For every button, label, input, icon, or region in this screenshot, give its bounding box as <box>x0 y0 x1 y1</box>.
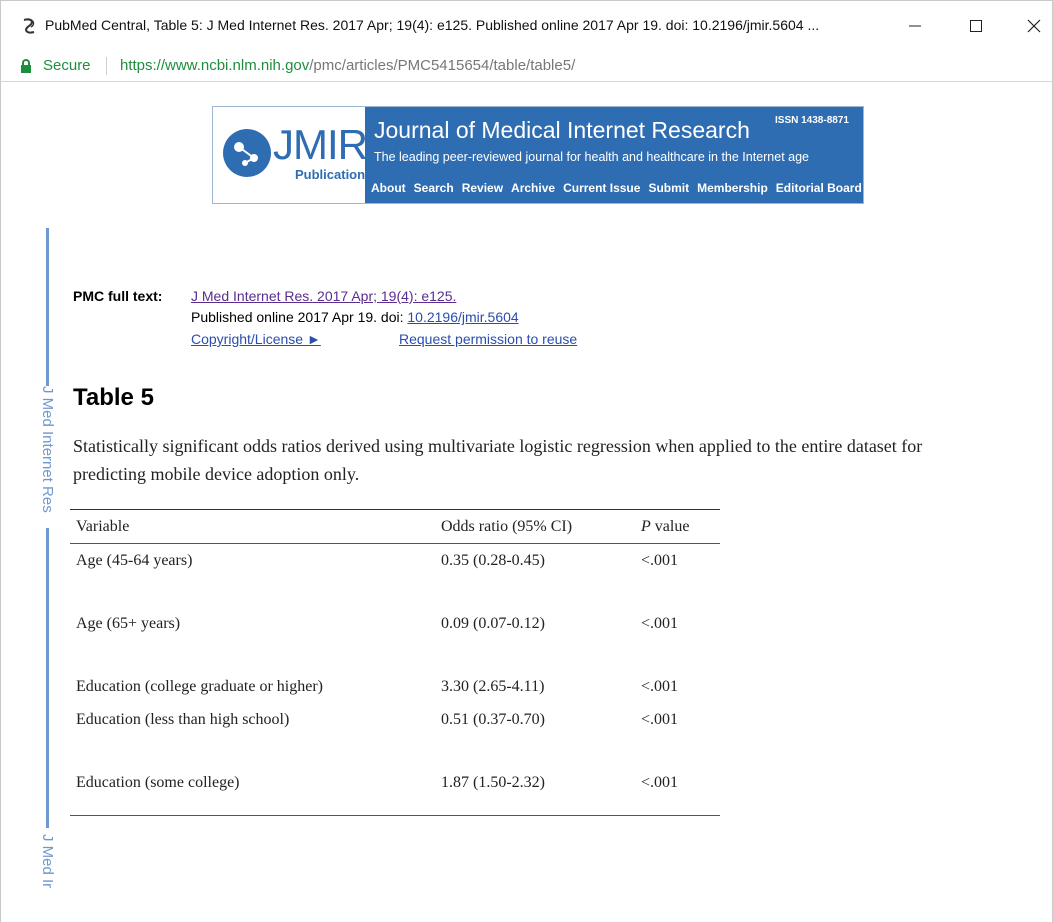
table-row: Age (65+ years) 0.09 (0.07-0.12) <.001 <box>70 607 720 670</box>
pmc-label: PMC full text: <box>73 288 163 304</box>
jmir-logo[interactable]: JMIR Publications <box>213 107 372 203</box>
minimize-icon <box>909 25 921 27</box>
published-line: Published online 2017 Apr 19. doi: 10.21… <box>191 309 519 325</box>
cell-variable: Education (college graduate or higher) <box>76 677 323 695</box>
close-icon <box>1027 19 1041 33</box>
cell-variable: Education (some college) <box>76 773 240 791</box>
url-host: https://www.ncbi.nlm.nih.gov <box>120 57 310 74</box>
header-p-rest: value <box>650 517 690 535</box>
header-p-italic: P <box>641 517 651 535</box>
jmir-globe-icon <box>223 129 271 177</box>
published-text: Published online 2017 Apr 19. doi: <box>191 309 408 325</box>
cell-odds: 0.51 (0.37-0.70) <box>441 710 545 728</box>
window-title: PubMed Central, Table 5: J Med Internet … <box>45 17 820 33</box>
pubmed-app-icon <box>23 18 35 34</box>
cell-p: <.001 <box>641 677 679 695</box>
nav-review[interactable]: Review <box>462 181 503 195</box>
journal-title: Journal of Medical Internet Research <box>374 117 750 143</box>
table-row: Education (less than high school) 0.51 (… <box>70 703 720 766</box>
table-row: Education (college graduate or higher) 3… <box>70 670 720 703</box>
request-permission-link[interactable]: Request permission to reuse <box>399 331 577 347</box>
nav-about[interactable]: About <box>371 181 406 195</box>
copyright-license-link[interactable]: Copyright/License ► <box>191 331 321 347</box>
address-separator <box>106 57 107 75</box>
nav-current-issue[interactable]: Current Issue <box>563 181 640 195</box>
nav-search[interactable]: Search <box>414 181 454 195</box>
minimize-button[interactable] <box>892 9 938 43</box>
url-path: /pmc/articles/PMC5415654/table/table5/ <box>309 57 576 74</box>
page-content: JMIR Publications Journal of Medical Int… <box>0 82 1053 922</box>
banner-blue-panel: Journal of Medical Internet Research ISS… <box>365 107 863 203</box>
header-p-value: P value <box>635 510 720 544</box>
odds-ratio-table: Variable Odds ratio (95% CI) P value Age… <box>70 509 720 816</box>
nav-editorial-board[interactable]: Editorial Board <box>776 181 862 195</box>
cell-odds: 3.30 (2.65-4.11) <box>441 677 545 695</box>
cell-p: <.001 <box>641 552 679 569</box>
maximize-icon <box>970 20 982 32</box>
table-row: Age (45-64 years) 0.35 (0.28-0.45) <.001 <box>70 544 720 607</box>
cell-odds: 1.87 (1.50-2.32) <box>441 773 545 791</box>
nav-submit[interactable]: Submit <box>648 181 689 195</box>
secure-label: Secure <box>43 57 91 74</box>
sidebar-bar-middle <box>46 528 49 828</box>
window-title-bar: PubMed Central, Table 5: J Med Internet … <box>0 0 1053 50</box>
cell-variable: Age (45-64 years) <box>76 552 193 569</box>
nav-archive[interactable]: Archive <box>511 181 555 195</box>
table-row: Education (some college) 1.87 (1.50-2.32… <box>70 766 720 816</box>
jmir-banner: JMIR Publications Journal of Medical Int… <box>212 106 864 204</box>
table-caption: Statistically significant odds ratios de… <box>73 436 923 484</box>
lock-icon <box>21 59 31 73</box>
nav-membership[interactable]: Membership <box>697 181 768 195</box>
close-button[interactable] <box>1011 9 1053 43</box>
banner-nav: About Search Review Archive Current Issu… <box>371 181 870 195</box>
sidebar-bar-top <box>46 228 49 386</box>
citation-link[interactable]: J Med Internet Res. 2017 Apr; 19(4): e12… <box>191 288 456 304</box>
sidebar-journal-label[interactable]: J Med Internet Res <box>39 386 56 513</box>
header-variable: Variable <box>76 517 130 535</box>
cell-p: <.001 <box>641 614 679 632</box>
url-text[interactable]: https://www.ncbi.nlm.nih.gov/pmc/article… <box>120 57 575 74</box>
cell-variable: Age (65+ years) <box>76 614 181 632</box>
logo-text: JMIR <box>273 121 368 168</box>
cell-p: <.001 <box>641 710 679 728</box>
table-title: Table 5 <box>73 384 154 411</box>
cell-odds: 0.35 (0.28-0.45) <box>441 552 545 569</box>
cell-odds: 0.09 (0.07-0.12) <box>441 614 545 632</box>
sidebar-journal-label-bottom[interactable]: J Med Ir <box>39 834 56 888</box>
cell-variable: Education (less than high school) <box>76 710 290 728</box>
doi-link[interactable]: 10.2196/jmir.5604 <box>407 309 518 325</box>
table-header-row: Variable Odds ratio (95% CI) P value <box>70 509 720 544</box>
address-bar[interactable]: Secure https://www.ncbi.nlm.nih.gov/pmc/… <box>0 50 1053 82</box>
journal-tagline: The leading peer-reviewed journal for he… <box>374 150 810 164</box>
issn-label: ISSN 1438-8871 <box>775 115 849 126</box>
cell-p: <.001 <box>641 773 679 791</box>
header-odds-ratio: Odds ratio (95% CI) <box>441 517 573 535</box>
maximize-button[interactable] <box>953 9 999 43</box>
logo-subtitle: Publications <box>295 167 373 182</box>
